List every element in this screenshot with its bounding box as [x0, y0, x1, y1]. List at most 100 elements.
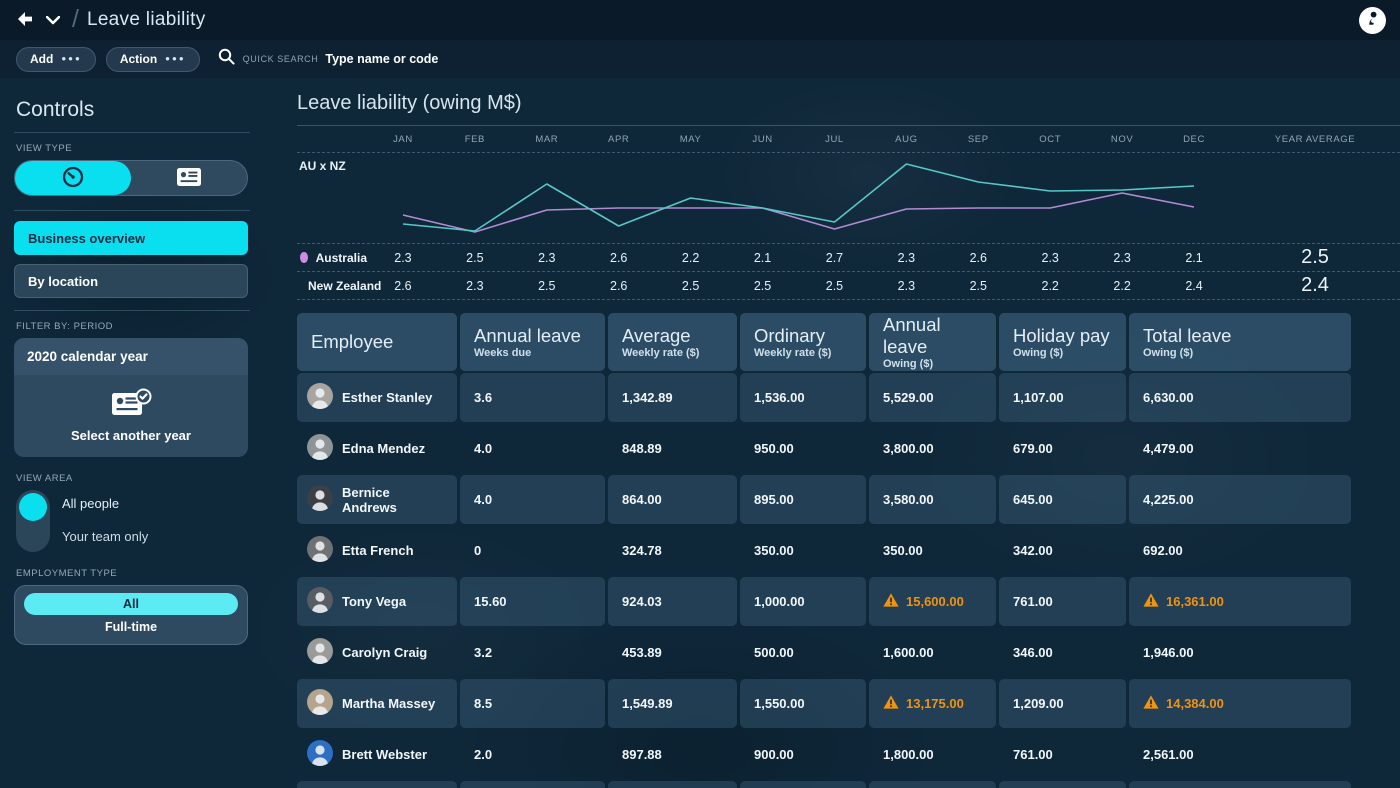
action-button[interactable]: Action ●●●: [106, 47, 200, 72]
cell-value: 1,800.00: [883, 747, 934, 762]
table-row[interactable]: Brett Webster2.0897.88900.001,800.00761.…: [297, 730, 1400, 779]
cell-value: 6,630.00: [1143, 390, 1194, 405]
cell-annual-leave-weeks-due: 0: [460, 526, 605, 575]
table-row[interactable]: Etta French0324.78350.00350.00342.00692.…: [297, 526, 1400, 575]
table-row[interactable]: Edna Mendez4.0848.89950.003,800.00679.00…: [297, 424, 1400, 473]
column-header-employee-[interactable]: Employee: [297, 313, 457, 371]
back-button[interactable]: [14, 7, 40, 33]
series-month-value: 2.5: [439, 251, 511, 265]
column-header-holiday-pay-owing-[interactable]: Holiday payOwing ($): [999, 313, 1126, 371]
id-card-icon: [176, 167, 202, 190]
table-row[interactable]: Bernice Andrews4.0864.00895.003,580.0064…: [297, 475, 1400, 524]
series-name: Australia: [316, 251, 367, 265]
table-row[interactable]: Martha Massey8.51,549.891,550.0013,175.0…: [297, 679, 1400, 728]
view-type-dashboard-segment[interactable]: [15, 161, 131, 195]
column-sublabel: Weekly rate ($): [622, 347, 723, 359]
table-row[interactable]: Esther Stanley3.61,342.891,536.005,529.0…: [297, 373, 1400, 422]
series-month-value: 2.5: [511, 279, 583, 293]
month-label: JUN: [727, 134, 799, 145]
main-content: Leave liability (owing M$) JANFEBMARAPRM…: [270, 78, 1400, 788]
series-month-value: 2.6: [583, 251, 655, 265]
cell-value: 1,209.00: [1013, 696, 1064, 711]
cell-value: 324.78: [622, 543, 662, 558]
cell-holiday-pay-owing-: 1,107.00: [999, 373, 1126, 422]
search-placeholder: Type name or code: [325, 52, 438, 66]
more-dots-icon: ●●●: [61, 54, 82, 63]
cell-stub: [460, 781, 605, 788]
cell-annual-leave-owing-: 1,800.00: [869, 730, 996, 779]
series-legend: Australia: [297, 251, 367, 265]
avatar: [307, 485, 333, 514]
series-month-value: 2.3: [870, 279, 942, 293]
employee-name: Brett Webster: [342, 747, 427, 762]
table-row[interactable]: Tony Vega15.60924.031,000.0015,600.00761…: [297, 577, 1400, 626]
cell-value: 4.0: [474, 441, 492, 456]
sidebar-item-business-overview[interactable]: Business overview: [14, 221, 248, 255]
column-header-ordinary-weekly-rate-[interactable]: OrdinaryWeekly rate ($): [740, 313, 866, 371]
column-sublabel: Owing ($): [883, 358, 982, 370]
employee-cell: Edna Mendez: [297, 424, 457, 473]
cell-total-leave-owing-: 4,225.00: [1129, 475, 1351, 524]
view-area-option-all-people[interactable]: All people: [62, 496, 148, 511]
table-row[interactable]: Carolyn Craig3.2453.89500.001,600.00346.…: [297, 628, 1400, 677]
breadcrumb-menu-button[interactable]: [40, 7, 66, 33]
cell-value: 350.00: [754, 543, 794, 558]
select-another-year-button[interactable]: Select another year: [14, 376, 248, 457]
avatar: [307, 536, 333, 565]
series-month-value: 2.5: [798, 279, 870, 293]
view-area-option-your-team-only[interactable]: Your team only: [62, 529, 148, 544]
search-icon: [218, 48, 235, 70]
cell-value: 1,000.00: [754, 594, 805, 609]
series-month-value: 2.6: [583, 279, 655, 293]
column-label: Annual leave: [883, 314, 982, 357]
series-row-australia: Australia2.32.52.32.62.22.12.72.32.62.32…: [297, 244, 1400, 272]
column-header-annual-leave-weeks-due[interactable]: Annual leaveWeeks due: [460, 313, 605, 371]
radio-knob: [19, 493, 47, 521]
cell-ordinary-weekly-rate-: 895.00: [740, 475, 866, 524]
view-type-card-segment[interactable]: [131, 161, 247, 195]
cell-total-leave-owing-: 14,384.00: [1129, 679, 1351, 728]
cell-stub: [608, 781, 737, 788]
cell-value: 848.89: [622, 441, 662, 456]
cell-annual-leave-weeks-due: 8.5: [460, 679, 605, 728]
series-month-value: 2.2: [655, 251, 727, 265]
cell-ordinary-weekly-rate-: 1,550.00: [740, 679, 866, 728]
cell-total-leave-owing-: 1,946.00: [1129, 628, 1351, 677]
series-month-value: 2.3: [870, 251, 942, 265]
current-period-button[interactable]: 2020 calendar year: [14, 338, 248, 376]
column-header-total-leave-owing-[interactable]: Total leaveOwing ($): [1129, 313, 1351, 371]
column-header-annual-leave-owing-[interactable]: Annual leaveOwing ($): [869, 313, 996, 371]
employee-cell: Bernice Andrews: [297, 475, 457, 524]
sidebar-item-by-location[interactable]: By location: [14, 264, 248, 298]
cell-annual-leave-weeks-due: 4.0: [460, 475, 605, 524]
employee-cell: Brett Webster: [297, 730, 457, 779]
period-filter-label: FILTER BY: PERIOD: [16, 321, 250, 332]
user-menu-button[interactable]: [1359, 7, 1386, 34]
cell-value: 897.88: [622, 747, 662, 762]
cell-holiday-pay-owing-: 1,209.00: [999, 679, 1126, 728]
cell-value: 500.00: [754, 645, 794, 660]
employment-option-all[interactable]: All: [24, 593, 238, 615]
month-label: SEP: [942, 134, 1014, 145]
cell-average-weekly-rate-: 453.89: [608, 628, 737, 677]
cell-annual-leave-owing-: 1,600.00: [869, 628, 996, 677]
cell-total-leave-owing-: 692.00: [1129, 526, 1351, 575]
employee-name: Etta French: [342, 543, 414, 558]
cell-value: 1,107.00: [1013, 390, 1064, 405]
view-area-toggle[interactable]: [16, 490, 50, 552]
employment-option-full-time[interactable]: Full-time: [24, 620, 238, 634]
series-month-value: 2.5: [942, 279, 1014, 293]
warning-icon: [1143, 593, 1159, 610]
month-label: APR: [583, 134, 655, 145]
cell-value: 1,342.89: [622, 390, 673, 405]
cell-value: 4,479.00: [1143, 441, 1194, 456]
month-label: MAY: [655, 134, 727, 145]
column-header-average-weekly-rate-[interactable]: AverageWeekly rate ($): [608, 313, 737, 371]
view-area-control: All people Your team only: [16, 490, 250, 552]
quick-search-input[interactable]: QUICK SEARCH Type name or code: [218, 48, 439, 70]
cell-holiday-pay-owing-: 679.00: [999, 424, 1126, 473]
add-button[interactable]: Add ●●●: [16, 47, 96, 72]
employment-type-control: All Full-time: [14, 585, 248, 645]
warning-value: 13,175.00: [883, 695, 964, 712]
new-zealand-line: [403, 164, 1194, 231]
